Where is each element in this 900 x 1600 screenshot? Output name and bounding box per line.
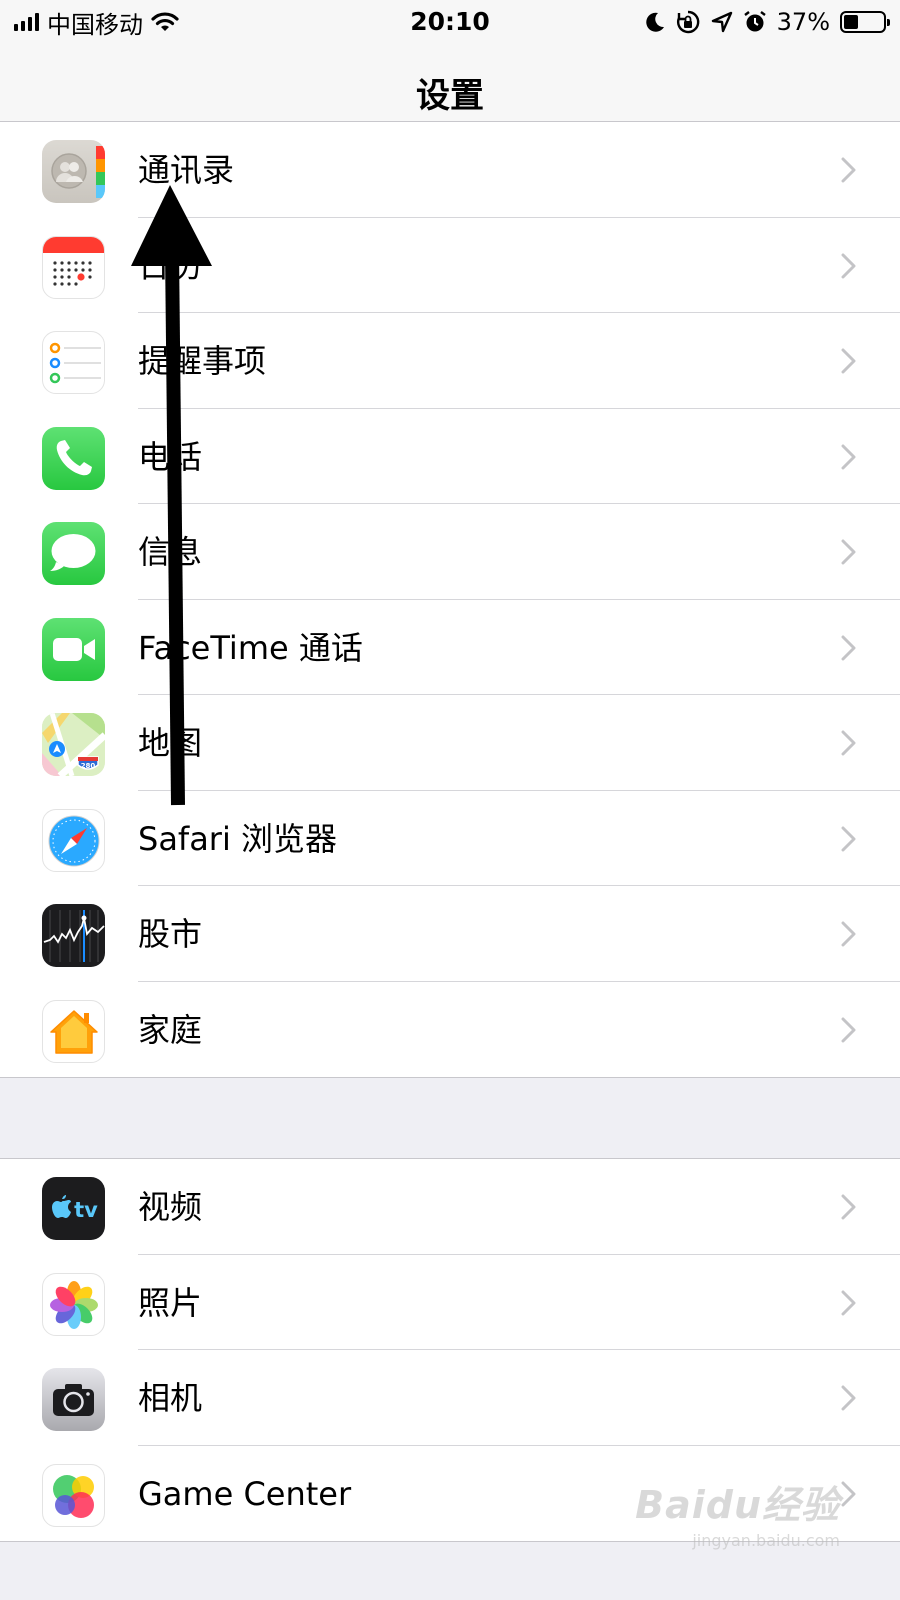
home-icon — [42, 999, 105, 1063]
stocks-icon — [42, 904, 105, 967]
battery-percent: 37% — [776, 8, 830, 36]
facetime-icon — [42, 617, 105, 681]
settings-group-apps: 通讯录 日历 提醒事项 电话 信息 FaceTime 通话 280 地图 Saf… — [0, 121, 900, 1078]
settings-row-label: 照片 — [138, 1283, 203, 1322]
status-right: 37% — [645, 6, 890, 38]
settings-row-phone[interactable]: 电话 — [0, 409, 900, 504]
chevron-right-icon — [841, 1385, 856, 1411]
chevron-right-icon — [841, 253, 856, 278]
contacts-icon — [42, 140, 105, 203]
maps-icon: 280 — [42, 713, 105, 776]
chevron-right-icon — [841, 730, 856, 756]
status-bar: 中国移动 20:10 37% — [0, 0, 900, 44]
location-icon — [711, 11, 732, 33]
chevron-right-icon — [841, 921, 856, 947]
watermark-brand: Baidu经验 — [635, 1483, 840, 1527]
camera-icon — [42, 1368, 105, 1431]
settings-row-facetime[interactable]: FaceTime 通话 — [0, 600, 900, 695]
settings-row-label: 提醒事项 — [138, 342, 267, 380]
messages-icon — [42, 522, 105, 585]
photos-icon — [42, 1272, 105, 1336]
moon-icon — [645, 12, 664, 32]
settings-row-home[interactable]: 家庭 — [0, 982, 900, 1078]
tv-icon-text: tv — [74, 1198, 98, 1222]
page-title: 设置 — [416, 76, 484, 116]
settings-row-label: 股市 — [138, 915, 203, 953]
settings-row-label: 相机 — [138, 1379, 203, 1417]
battery-icon — [840, 11, 890, 33]
settings-row-label: FaceTime 通话 — [138, 628, 363, 667]
settings-row-label: 日历 — [138, 246, 203, 285]
settings-row-messages[interactable]: 信息 — [0, 504, 900, 600]
rotation-lock-icon — [676, 10, 700, 34]
settings-row-reminders[interactable]: 提醒事项 — [0, 313, 900, 409]
settings-row-stocks[interactable]: 股市 — [0, 886, 900, 982]
settings-row-contacts[interactable]: 通讯录 — [0, 122, 900, 218]
settings-row-photos[interactable]: 照片 — [0, 1255, 900, 1350]
chevron-right-icon — [841, 1017, 856, 1042]
settings-row-label: Safari 浏览器 — [138, 819, 338, 858]
battery-fill — [844, 15, 859, 29]
reminders-icon — [42, 331, 105, 394]
game-center-icon — [42, 1463, 105, 1527]
alarm-icon — [743, 11, 766, 32]
chevron-right-icon — [841, 157, 856, 183]
chevron-right-icon — [841, 826, 856, 851]
settings-row-tv[interactable]: tv 视频 — [0, 1159, 900, 1255]
chevron-right-icon — [841, 1481, 856, 1506]
settings-row-safari[interactable]: Safari 浏览器 — [0, 791, 900, 886]
calendar-icon — [42, 235, 105, 299]
settings-row-maps[interactable]: 280 地图 — [0, 695, 900, 791]
settings-row-label: 通讯录 — [138, 151, 235, 189]
settings-row-camera[interactable]: 相机 — [0, 1350, 900, 1446]
settings-row-label: 信息 — [138, 533, 203, 571]
chevron-right-icon — [841, 1194, 856, 1220]
chevron-right-icon — [841, 444, 856, 469]
watermark: Baidu经验 jingyan.baidu.com — [635, 1474, 840, 1550]
chevron-right-icon — [841, 539, 856, 565]
safari-icon — [42, 808, 105, 872]
phone-icon — [42, 426, 105, 490]
settings-row-label: Game Center — [138, 1474, 352, 1513]
watermark-url: jingyan.baidu.com — [692, 1531, 840, 1550]
settings-row-label: 视频 — [138, 1188, 203, 1226]
settings-row-calendar[interactable]: 日历 — [0, 218, 900, 313]
chevron-right-icon — [841, 635, 856, 660]
tv-icon: tv — [42, 1177, 105, 1240]
settings-row-label: 地图 — [138, 724, 203, 762]
settings-row-label: 电话 — [138, 437, 203, 476]
maps-shield-number: 280 — [81, 762, 96, 770]
settings-row-label: 家庭 — [138, 1010, 203, 1049]
chevron-right-icon — [841, 348, 856, 374]
chevron-right-icon — [841, 1290, 856, 1315]
